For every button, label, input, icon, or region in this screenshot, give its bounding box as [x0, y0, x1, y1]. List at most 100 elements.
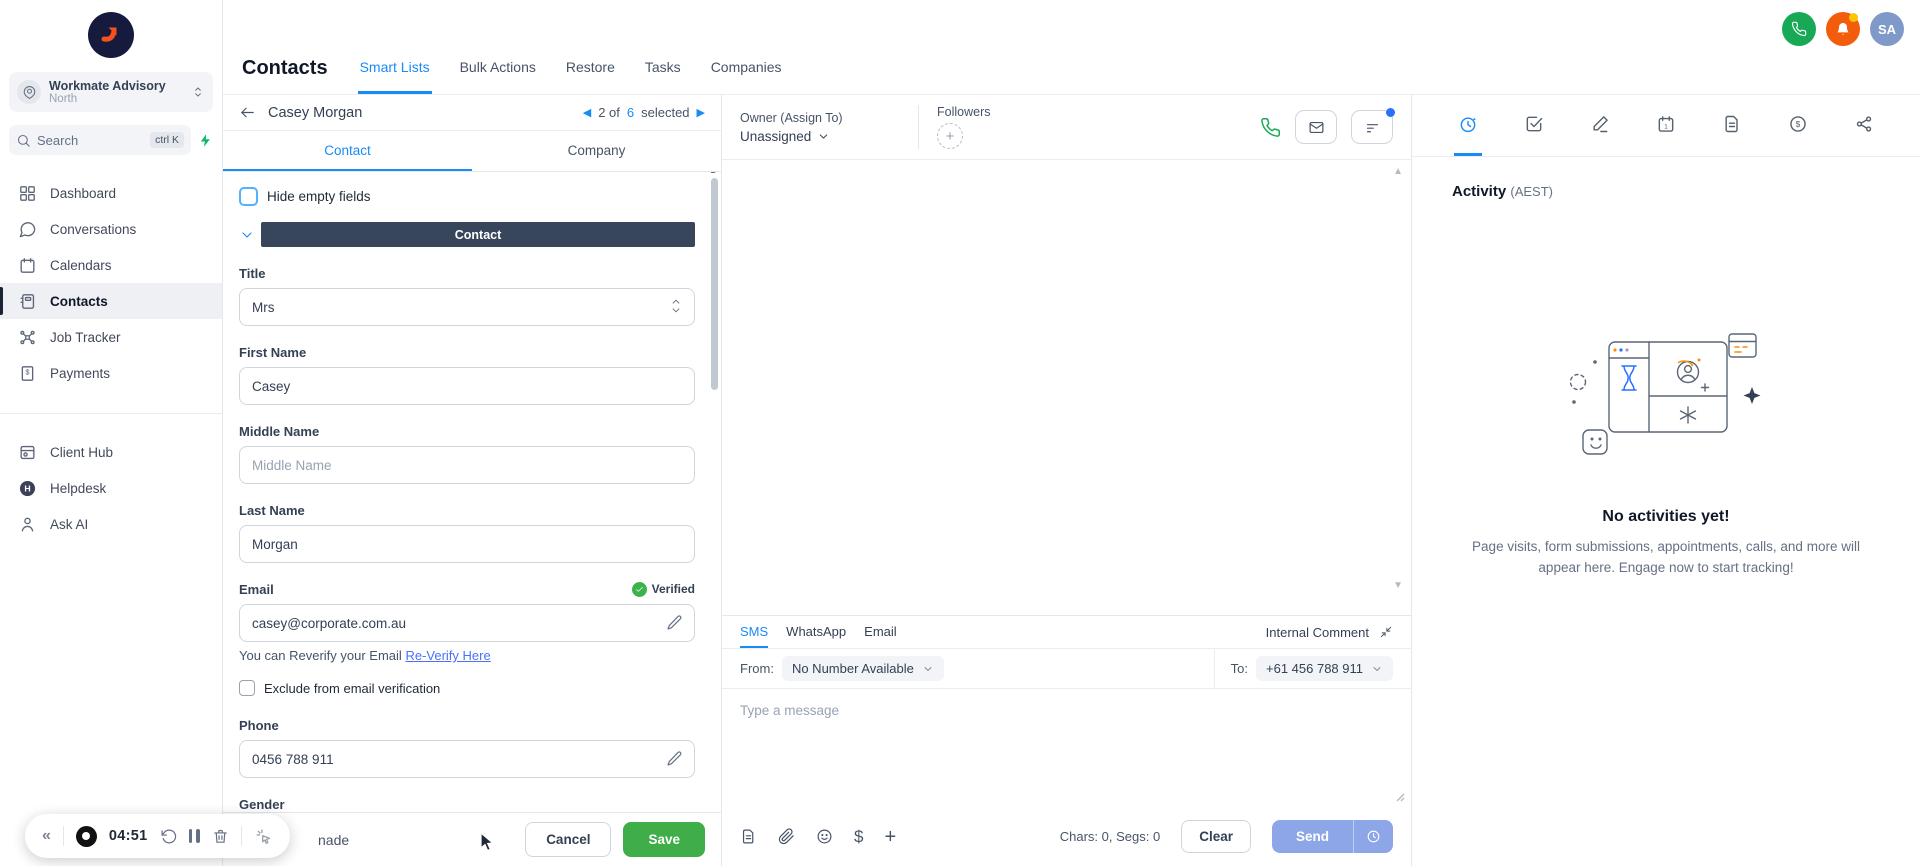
section-chevron-down-icon[interactable] [239, 227, 255, 243]
delete-recording-icon[interactable] [212, 828, 229, 845]
save-button[interactable]: Save [623, 822, 705, 857]
sidebar-item-helpdesk[interactable]: H Helpdesk [0, 470, 222, 506]
collapse-recorder-icon[interactable]: « [42, 827, 51, 845]
sidebar-item-label: Helpdesk [50, 480, 107, 496]
tab-email-channel[interactable]: Email [864, 616, 897, 648]
ask-ai-icon [18, 515, 37, 534]
hide-empty-fields-checkbox[interactable]: Hide empty fields [239, 185, 695, 207]
scroll-up-chevron-icon[interactable]: ▲ [1393, 166, 1403, 177]
email-input[interactable] [239, 604, 695, 642]
user-avatar[interactable]: SA [1870, 12, 1904, 46]
schedule-send-button[interactable] [1353, 820, 1393, 853]
sidebar-item-calendars[interactable]: Calendars [0, 247, 222, 283]
tab-tasks[interactable]: Tasks [643, 42, 683, 94]
clear-button[interactable]: Clear [1181, 820, 1251, 853]
phone-input[interactable] [239, 740, 695, 778]
agency-switcher[interactable]: Workmate Advisory North [9, 72, 213, 112]
tab-notes-panel[interactable] [1586, 95, 1614, 156]
tab-bulk-actions[interactable]: Bulk Actions [458, 42, 538, 94]
sidebar-item-dashboard[interactable]: Dashboard [0, 175, 222, 211]
pause-recording-icon[interactable] [188, 829, 200, 843]
more-tools-icon[interactable]: + [884, 827, 896, 847]
chevron-up-down-icon [191, 83, 205, 101]
status-text-fragment: nade [318, 831, 350, 848]
client-hub-icon [18, 443, 37, 462]
sidebar-item-label: Job Tracker [50, 329, 121, 345]
sidebar-item-payments[interactable]: $ Payments [0, 355, 222, 391]
clock-icon [1367, 830, 1380, 843]
payment-request-icon[interactable]: $ [854, 828, 863, 845]
tab-contact[interactable]: Contact [223, 131, 472, 171]
tab-companies[interactable]: Companies [709, 42, 784, 94]
notifications-button[interactable] [1826, 12, 1860, 46]
tab-company[interactable]: Company [472, 131, 721, 171]
search-input[interactable]: Search ctrl K [9, 125, 191, 155]
filter-button[interactable] [1351, 108, 1395, 144]
record-button[interactable] [75, 825, 97, 847]
email-contact-button[interactable] [1295, 110, 1337, 144]
sidebar-divider [0, 413, 222, 414]
contact-section-header[interactable]: Contact [261, 222, 695, 247]
tab-documents-panel[interactable] [1718, 95, 1746, 156]
brand-logo[interactable] [88, 12, 134, 58]
tab-smart-lists[interactable]: Smart Lists [357, 42, 432, 94]
next-contact-icon[interactable]: ▶ [697, 106, 705, 119]
scroll-down-chevron-icon[interactable]: ▼ [1393, 580, 1403, 591]
top-header: Contacts Smart Lists Bulk Actions Restor… [223, 0, 1920, 95]
emoji-icon[interactable] [816, 828, 833, 845]
activity-title: Activity (AEST) [1452, 183, 1553, 200]
middle-name-input[interactable] [239, 446, 695, 484]
dialer-button[interactable] [1782, 12, 1816, 46]
verified-check-icon [631, 581, 647, 597]
message-history-area[interactable]: ▲ ▼ [722, 160, 1411, 615]
prev-contact-icon[interactable]: ◀ [583, 106, 591, 119]
form-scrollbar[interactable] [711, 178, 718, 390]
sidebar-item-job-tracker[interactable]: Job Tracker [0, 319, 222, 355]
activity-timezone: (AEST) [1510, 184, 1553, 199]
tab-sms[interactable]: SMS [740, 616, 769, 648]
call-contact-icon[interactable] [1260, 117, 1281, 138]
edit-email-icon[interactable] [666, 614, 683, 631]
tab-whatsapp[interactable]: WhatsApp [786, 616, 846, 648]
attachment-icon[interactable] [778, 828, 795, 845]
sidebar-item-label: Client Hub [50, 444, 114, 460]
tab-payments-panel[interactable]: $ [1784, 95, 1812, 156]
tab-associations-panel[interactable] [1850, 95, 1878, 156]
internal-comment-toggle[interactable]: Internal Comment [1266, 625, 1369, 640]
tab-appointments-panel[interactable]: 1 [1652, 95, 1680, 156]
add-follower-button[interactable]: + [937, 123, 963, 149]
sidebar-item-ask-ai[interactable]: Ask AI [0, 506, 222, 542]
edit-phone-icon[interactable] [666, 750, 683, 767]
click-highlight-icon[interactable] [254, 827, 273, 846]
conversation-panel: Owner (Assign To) Unassigned Followers + [722, 95, 1412, 866]
to-number-dropdown[interactable]: +61 456 788 911 [1256, 656, 1393, 681]
back-arrow-icon[interactable] [239, 104, 256, 121]
last-name-input[interactable] [239, 525, 695, 563]
sidebar-item-client-hub[interactable]: Client Hub [0, 434, 222, 470]
scroll-up-arrow-icon[interactable]: ▲ [709, 172, 717, 175]
from-number-dropdown[interactable]: No Number Available [781, 656, 944, 681]
owner-dropdown[interactable]: Unassigned [740, 129, 918, 144]
tab-activity-history[interactable] [1454, 95, 1482, 156]
sidebar-item-conversations[interactable]: Conversations [0, 211, 222, 247]
reverify-link[interactable]: Re-Verify Here [405, 648, 490, 663]
restart-recording-icon[interactable] [160, 828, 177, 845]
message-input[interactable] [722, 689, 1411, 807]
cancel-button[interactable]: Cancel [525, 822, 612, 857]
checkbox-icon[interactable] [239, 186, 258, 206]
exclude-verification-checkbox[interactable]: Exclude from email verification [239, 677, 695, 699]
resize-handle-icon[interactable] [1395, 792, 1405, 802]
sidebar-item-contacts[interactable]: Contacts [0, 283, 222, 319]
quick-actions-bolt-icon[interactable] [198, 132, 213, 149]
title-field-label: Title [239, 265, 266, 281]
contact-footer-bar: nade Cancel Save [223, 812, 721, 866]
checkbox-icon[interactable] [239, 680, 255, 696]
send-button[interactable]: Send [1271, 820, 1353, 853]
title-select[interactable]: Mrs [239, 288, 695, 326]
activity-panel: 1 $ Activity (AEST) No activities yet! P… [1412, 95, 1920, 866]
tab-tasks-panel[interactable] [1520, 95, 1548, 156]
templates-icon[interactable] [740, 828, 757, 845]
tab-restore[interactable]: Restore [564, 42, 617, 94]
first-name-input[interactable] [239, 367, 695, 405]
collapse-composer-icon[interactable] [1379, 625, 1393, 639]
